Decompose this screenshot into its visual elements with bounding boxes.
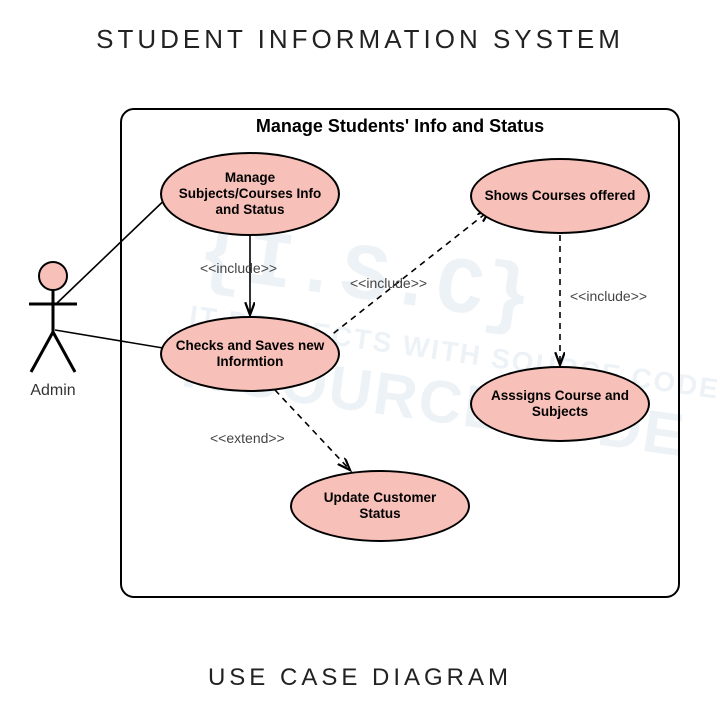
actor-admin: Admin — [8, 260, 98, 400]
usecase-label: Checks and Saves new Informtion — [172, 338, 328, 370]
system-title: Manage Students' Info and Status — [122, 116, 678, 137]
usecase-checks-saves: Checks and Saves new Informtion — [160, 316, 340, 392]
actor-icon — [23, 260, 83, 380]
actor-label: Admin — [8, 382, 98, 400]
usecase-assigns-course: Asssigns Course and Subjects — [470, 366, 650, 442]
usecase-label: Manage Subjects/Courses Info and Status — [172, 170, 328, 219]
usecase-update-status: Update Customer Status — [290, 470, 470, 542]
stereotype-include-3: <<include>> — [570, 288, 647, 304]
usecase-shows-courses: Shows Courses offered — [470, 158, 650, 234]
diagram-canvas: {I.S.C} IT PROJECTS WITH SOURCE CODE ITS… — [0, 100, 720, 640]
stereotype-include-2: <<include>> — [350, 275, 427, 291]
page-caption: USE CASE DIAGRAM — [0, 664, 720, 692]
usecase-label: Shows Courses offered — [485, 188, 636, 204]
page-title: STUDENT INFORMATION SYSTEM — [0, 0, 720, 55]
usecase-label: Update Customer Status — [302, 490, 458, 522]
stereotype-include-1: <<include>> — [200, 260, 277, 276]
usecase-label: Asssigns Course and Subjects — [482, 388, 638, 420]
stereotype-extend: <<extend>> — [210, 430, 285, 446]
usecase-manage-subjects: Manage Subjects/Courses Info and Status — [160, 152, 340, 236]
